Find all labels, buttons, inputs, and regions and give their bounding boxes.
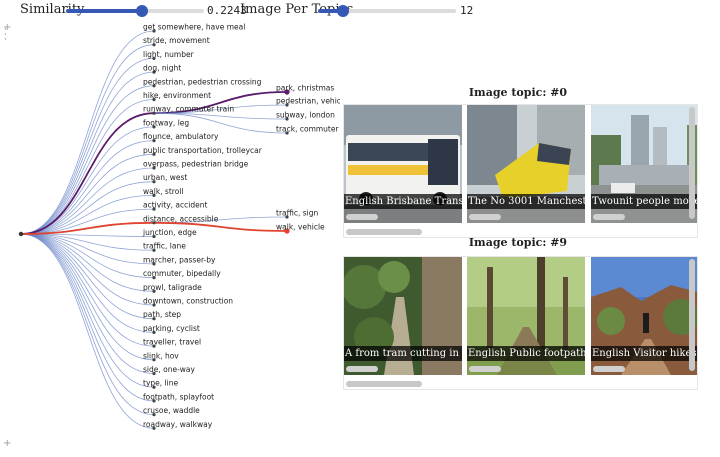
tree-node-label[interactable]: footpath, splayfoot bbox=[143, 392, 214, 401]
tree-node-label[interactable]: traffic, lane bbox=[143, 242, 186, 251]
tree-node-label[interactable]: pedestrian, vehicle bbox=[276, 97, 340, 106]
topic-title: Image topic: #9 bbox=[468, 236, 568, 249]
tree-node-label[interactable]: crusoe, waddle bbox=[143, 406, 200, 415]
tree-node-label[interactable]: public transportation, trolleycar bbox=[143, 146, 263, 155]
tree-node-label[interactable]: slink, hov bbox=[143, 351, 179, 360]
gallery-horizontal-scrollbar[interactable] bbox=[346, 229, 422, 235]
per-topic-slider-handle[interactable] bbox=[336, 5, 349, 17]
tree-node-label[interactable]: footway, leg bbox=[143, 118, 189, 127]
tree-node-label[interactable]: commuter, bipedally bbox=[143, 269, 221, 278]
tree-node-label[interactable]: get somewhere, have meal bbox=[143, 23, 245, 32]
caption-scrollbar[interactable] bbox=[593, 366, 625, 372]
tree-node-label[interactable]: track, commuter bbox=[276, 125, 339, 134]
similarity-slider[interactable] bbox=[66, 5, 204, 17]
tree-edge bbox=[20, 44, 155, 235]
tree-node-label[interactable]: traffic, sign bbox=[276, 209, 319, 218]
tree-edge bbox=[20, 233, 155, 361]
tree-node-label[interactable]: path, step bbox=[143, 310, 181, 319]
similarity-slider-handle[interactable] bbox=[135, 5, 148, 17]
tree-node-label[interactable]: park, christmas bbox=[276, 84, 334, 93]
tree-node-label[interactable]: urban, west bbox=[143, 173, 187, 182]
caption-scrollbar[interactable] bbox=[346, 214, 378, 220]
tree-node-label[interactable]: subway, london bbox=[276, 111, 335, 120]
tree-edge bbox=[20, 99, 155, 235]
per-topic-value: 12 bbox=[460, 4, 474, 17]
tree-node-label[interactable]: downtown, construction bbox=[143, 297, 233, 306]
image-caption: The No 3001 Mancheste bbox=[467, 194, 585, 209]
tree-node-label[interactable]: overpass, pedestrian bridge bbox=[143, 160, 249, 169]
tree-edge bbox=[20, 181, 155, 235]
tree-node-label[interactable]: distance, accessible bbox=[143, 214, 219, 223]
top-controls: Similarity 0.2243 Image Per Topics 12 bbox=[0, 0, 720, 22]
image-card[interactable]: English Visitor hikes bbox=[591, 257, 697, 375]
tree-edge bbox=[20, 233, 155, 415]
caption-scrollbar[interactable] bbox=[346, 366, 378, 372]
tree-node-label[interactable]: stride, movement bbox=[143, 36, 210, 45]
caption-scrollbar[interactable] bbox=[469, 366, 501, 372]
tree-node-label[interactable]: walk, stroll bbox=[143, 187, 183, 196]
tree-node-label[interactable]: hike, environment bbox=[143, 91, 211, 100]
tree-node-label[interactable]: walk, vehicle bbox=[276, 223, 325, 232]
tree-edge bbox=[20, 233, 155, 306]
gallery-vertical-scrollbar[interactable] bbox=[689, 259, 695, 371]
tree-edge bbox=[20, 233, 155, 388]
tree-edge bbox=[20, 167, 155, 235]
tree-edge bbox=[20, 85, 155, 235]
caption-scrollbar[interactable] bbox=[469, 214, 501, 220]
tree-root-node[interactable] bbox=[18, 231, 24, 237]
image-card[interactable]: Twounit people move bbox=[591, 105, 697, 223]
per-topic-slider[interactable] bbox=[318, 5, 456, 17]
image-caption: A from tram cutting in t bbox=[344, 346, 462, 361]
image-card[interactable]: A from tram cutting in t bbox=[344, 257, 462, 375]
tree-node-label[interactable]: flounce, ambulatory bbox=[143, 132, 219, 141]
image-caption: Twounit people move bbox=[591, 194, 697, 209]
tree-node-label[interactable]: activity, accident bbox=[143, 201, 207, 210]
image-gallery[interactable]: A from tram cutting in t English Public f… bbox=[343, 256, 698, 390]
image-gallery[interactable]: English Brisbane Transp The No 3001 Manch… bbox=[343, 104, 698, 238]
tree-edge bbox=[20, 30, 155, 235]
topic-tree: get somewhere, have meal stride, movement… bbox=[18, 23, 340, 430]
tree-node-label[interactable]: roadway, walkway bbox=[143, 420, 213, 429]
gallery-vertical-scrollbar[interactable] bbox=[689, 107, 695, 219]
image-card[interactable]: The No 3001 Mancheste bbox=[467, 105, 585, 223]
tree-edge bbox=[20, 126, 155, 235]
gallery-horizontal-scrollbar[interactable] bbox=[346, 381, 422, 387]
image-caption: English Brisbane Transp bbox=[344, 194, 462, 209]
tree-node-label[interactable]: traveller, travel bbox=[143, 338, 201, 347]
image-card[interactable]: English Brisbane Transp bbox=[344, 105, 462, 223]
tree-node-label[interactable]: prowl, taligrade bbox=[143, 283, 202, 292]
topic-title: Image topic: #0 bbox=[468, 86, 568, 99]
tree-node-label[interactable]: light, number bbox=[143, 50, 195, 59]
image-card[interactable]: English Public footpath bbox=[467, 257, 585, 375]
tree-node-label[interactable]: runway, commuter train bbox=[143, 105, 234, 114]
similarity-slider-fill bbox=[66, 9, 142, 13]
tree-node-label[interactable]: side, one-way bbox=[143, 365, 196, 374]
tree-node-label[interactable]: dog, night bbox=[143, 64, 181, 73]
tree-node-label[interactable]: pedestrian, pedestrian crossing bbox=[143, 77, 262, 86]
tree-node-label[interactable]: marcher, passer-by bbox=[143, 255, 216, 264]
image-caption: English Public footpath bbox=[467, 346, 585, 361]
tree-edge bbox=[20, 233, 155, 402]
tree-edge bbox=[20, 233, 155, 374]
tree-node-label[interactable]: type, line bbox=[143, 379, 178, 388]
image-caption: English Visitor hikes bbox=[591, 346, 697, 361]
tree-edge bbox=[20, 140, 155, 235]
tree-node-label[interactable]: parking, cyclist bbox=[143, 324, 200, 333]
tree-node-label[interactable]: junction, edge bbox=[142, 228, 197, 237]
caption-scrollbar[interactable] bbox=[593, 214, 625, 220]
